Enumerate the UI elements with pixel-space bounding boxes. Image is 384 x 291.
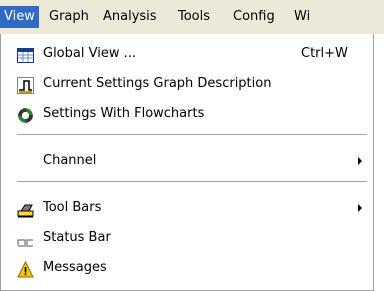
menu-item-flowcharts[interactable]: Settings With Flowcharts xyxy=(1,99,373,129)
menu-bar: View Graph Analysis Tools Config Wi xyxy=(0,0,384,34)
menu-separator xyxy=(17,181,367,182)
menu-item-channel[interactable]: Channel xyxy=(1,146,373,176)
menu-item-label: Channel xyxy=(43,153,97,168)
menu-item-label: Current Settings Graph Description xyxy=(43,76,272,91)
menubar-config[interactable]: Config xyxy=(233,6,275,28)
menubar-graph[interactable]: Graph xyxy=(49,6,89,28)
menu-item-label: Global View ... xyxy=(43,46,136,61)
menu-item-label: Messages xyxy=(43,260,107,275)
global-view-icon xyxy=(17,46,34,63)
menu-item-global-view[interactable]: Global View ... Ctrl+W xyxy=(1,39,373,69)
menu-item-label: Tool Bars xyxy=(43,200,102,215)
menu-item-graph-description[interactable]: Current Settings Graph Description xyxy=(1,69,373,99)
menu-item-toolbars[interactable]: Tool Bars xyxy=(1,193,373,223)
menubar-analysis[interactable]: Analysis xyxy=(103,6,157,28)
menubar-window[interactable]: Wi xyxy=(294,6,310,28)
menu-item-label: Settings With Flowcharts xyxy=(43,106,205,121)
graph-description-icon xyxy=(17,76,34,94)
shortcut-label: Ctrl+W xyxy=(301,46,348,61)
menu-item-label: Status Bar xyxy=(43,230,111,245)
view-dropdown-menu: Global View ... Ctrl+W Current Settings … xyxy=(0,34,374,291)
menubar-view[interactable]: View xyxy=(0,6,39,28)
status-bar-icon xyxy=(17,230,34,247)
menu-item-messages[interactable]: Messages xyxy=(1,253,373,283)
warning-icon xyxy=(17,260,34,278)
menu-separator xyxy=(17,134,367,135)
submenu-arrow-icon xyxy=(358,204,362,212)
menu-item-status-bar[interactable]: Status Bar xyxy=(1,223,373,253)
submenu-arrow-icon xyxy=(358,157,362,165)
flowchart-settings-icon xyxy=(17,106,34,123)
menubar-tools[interactable]: Tools xyxy=(178,6,210,28)
toolbars-icon xyxy=(17,200,34,218)
